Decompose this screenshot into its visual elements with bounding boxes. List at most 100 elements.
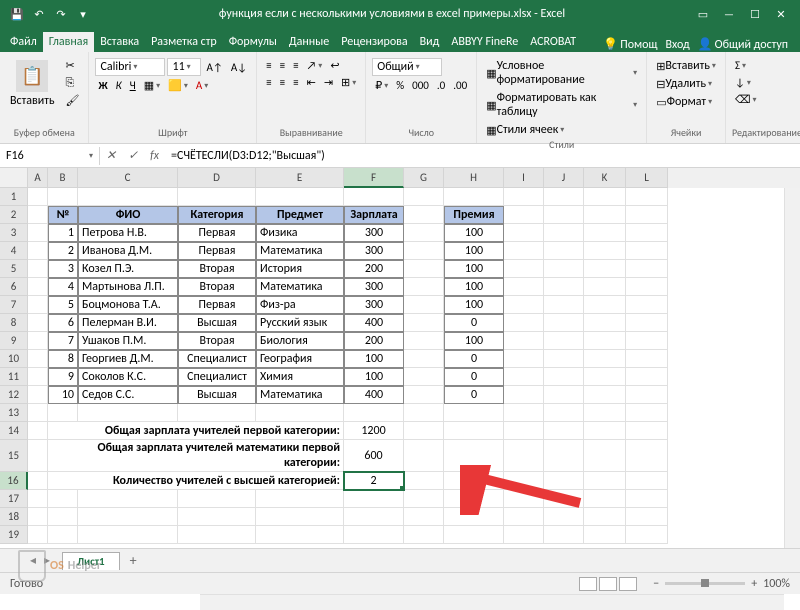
cell[interactable] (404, 472, 444, 490)
tab-acrobat[interactable]: ACROBAT (524, 32, 582, 52)
tab-data[interactable]: Данные (283, 32, 335, 52)
cell[interactable]: 300 (344, 278, 404, 296)
cell[interactable] (504, 296, 544, 314)
cell[interactable]: Общая зарплата учителей математики перво… (48, 440, 344, 472)
cell[interactable] (626, 368, 668, 386)
cell[interactable]: Мартынова Л.П. (78, 278, 178, 296)
row-header[interactable]: 8 (0, 314, 28, 332)
cell[interactable] (584, 490, 626, 508)
cell[interactable]: Специалист (178, 350, 256, 368)
cell[interactable]: Вторая (178, 332, 256, 350)
signin-link[interactable]: Вход (665, 38, 689, 52)
undo-icon[interactable]: ↶ (30, 5, 48, 23)
redo-icon[interactable]: ↷ (52, 5, 70, 23)
qat-dropdown-icon[interactable]: ▾ (74, 5, 92, 23)
align-right-icon[interactable]: ≡ (290, 75, 301, 90)
row-header[interactable]: 5 (0, 260, 28, 278)
share-button[interactable]: 👤Общий доступ (698, 37, 788, 52)
cell[interactable] (544, 206, 584, 224)
font-color-button[interactable]: A▾ (193, 78, 211, 93)
cell[interactable] (444, 526, 504, 544)
close-icon[interactable]: ✕ (772, 5, 790, 23)
cell[interactable] (344, 490, 404, 508)
cell[interactable]: 5 (48, 296, 78, 314)
cell[interactable] (584, 422, 626, 440)
cell[interactable]: 200 (344, 260, 404, 278)
cell[interactable] (404, 260, 444, 278)
border-button[interactable]: ▦▾ (141, 78, 163, 93)
conditional-format-button[interactable]: ▦ Условное форматирование▾ (483, 58, 640, 88)
cell[interactable]: Георгиев Д.М. (78, 350, 178, 368)
delete-cells-button[interactable]: ⊟ Удалить▾ (653, 76, 715, 92)
zoom-level[interactable]: 100% (763, 577, 790, 591)
cell[interactable] (48, 188, 78, 206)
cell[interactable] (544, 224, 584, 242)
format-painter-icon[interactable]: 🖌 (63, 93, 83, 108)
cell[interactable] (544, 260, 584, 278)
vertical-scrollbar[interactable] (784, 188, 800, 548)
cell[interactable] (404, 296, 444, 314)
fill-color-button[interactable]: 🟨▾ (165, 78, 191, 93)
cell[interactable]: 9 (48, 368, 78, 386)
cell[interactable]: 1200 (344, 422, 404, 440)
cancel-icon[interactable]: ✕ (100, 148, 122, 163)
italic-button[interactable]: К (113, 78, 125, 93)
cell[interactable] (584, 368, 626, 386)
cell[interactable]: № (48, 206, 78, 224)
cell[interactable] (28, 422, 48, 440)
row-header[interactable]: 2 (0, 206, 28, 224)
cell[interactable]: Первая (178, 242, 256, 260)
cell[interactable] (344, 508, 404, 526)
cell[interactable]: Математика (256, 278, 344, 296)
col-header-D[interactable]: D (178, 168, 256, 188)
cell[interactable] (28, 440, 48, 472)
cell[interactable] (256, 490, 344, 508)
cell[interactable]: 100 (344, 350, 404, 368)
cell[interactable]: Петрова Н.В. (78, 224, 178, 242)
zoom-in-icon[interactable]: + (751, 577, 757, 591)
font-name-combo[interactable]: Calibri▾ (95, 58, 165, 76)
cell[interactable]: 100 (444, 278, 504, 296)
cell[interactable]: 2 (48, 242, 78, 260)
cell[interactable]: 400 (344, 386, 404, 404)
cell[interactable] (584, 386, 626, 404)
cell[interactable]: Русский язык (256, 314, 344, 332)
tab-review[interactable]: Рецензирова (335, 32, 413, 52)
cell[interactable] (626, 526, 668, 544)
cell[interactable]: 8 (48, 350, 78, 368)
tab-home[interactable]: Главная (43, 32, 94, 52)
cell[interactable] (256, 188, 344, 206)
cell[interactable]: Первая (178, 296, 256, 314)
row-header[interactable]: 19 (0, 526, 28, 544)
cell[interactable]: 100 (444, 296, 504, 314)
cell[interactable]: Предмет (256, 206, 344, 224)
cell[interactable] (626, 422, 668, 440)
cell[interactable]: География (256, 350, 344, 368)
page-break-icon[interactable] (619, 577, 637, 591)
tab-layout[interactable]: Разметка стр (145, 32, 223, 52)
cell[interactable]: 400 (344, 314, 404, 332)
cell[interactable] (48, 526, 78, 544)
cell[interactable] (626, 350, 668, 368)
tell-me[interactable]: 💡Помощ (603, 37, 657, 52)
font-size-combo[interactable]: 11▾ (167, 58, 201, 76)
cell[interactable] (544, 242, 584, 260)
cell[interactable] (28, 224, 48, 242)
cell[interactable]: 300 (344, 242, 404, 260)
cell[interactable] (544, 368, 584, 386)
cell[interactable] (404, 526, 444, 544)
cell[interactable] (504, 206, 544, 224)
cell[interactable]: 0 (444, 314, 504, 332)
page-layout-icon[interactable] (599, 577, 617, 591)
row-header[interactable]: 15 (0, 440, 28, 472)
cell[interactable] (584, 404, 626, 422)
cell[interactable]: Высшая (178, 314, 256, 332)
cell[interactable] (584, 260, 626, 278)
row-header[interactable]: 3 (0, 224, 28, 242)
cell[interactable]: Вторая (178, 278, 256, 296)
row-header[interactable]: 14 (0, 422, 28, 440)
number-format-combo[interactable]: Общий▾ (372, 58, 442, 76)
cell[interactable] (504, 314, 544, 332)
autosum-icon[interactable]: Σ▾ (732, 58, 749, 73)
cell[interactable] (344, 188, 404, 206)
